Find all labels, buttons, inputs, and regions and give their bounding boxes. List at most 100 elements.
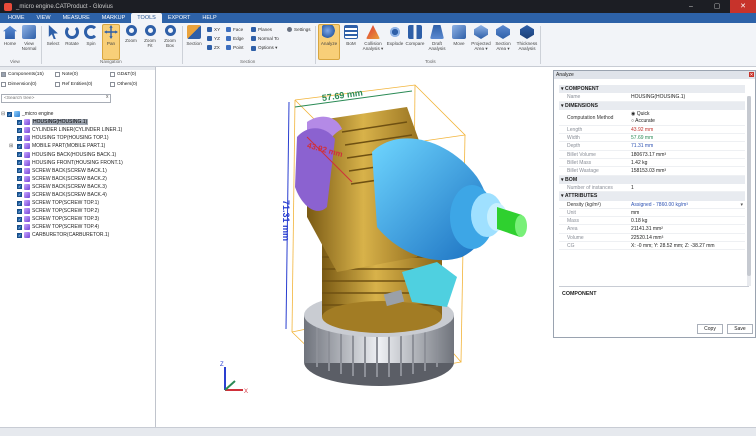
tree-item[interactable]: ✓ HOUSING(HOUSING.1) [0, 118, 155, 126]
tree-item[interactable]: ✓ SCREW TOP(SCREW TOP.4) [0, 223, 155, 231]
bom-button[interactable]: BoM [342, 25, 360, 46]
properties-scrollbar[interactable] [747, 96, 751, 286]
tree-item[interactable]: ✓ CARBURETOR(CARBURETOR.1) [0, 231, 155, 239]
collapse-icon[interactable]: ⊟ [1, 111, 5, 117]
checkbox-icon[interactable]: ✓ [17, 135, 22, 141]
minimize-button[interactable]: – [678, 0, 704, 13]
face-icon [226, 27, 231, 32]
section-face[interactable]: Face [226, 27, 243, 32]
thickness-label: Thickness Analysis [516, 41, 538, 51]
section-button[interactable]: Section [185, 25, 203, 46]
section-settings[interactable]: Settings [287, 27, 311, 32]
tree-item[interactable]: ✓ SCREW BACK(SCREW BACK.1) [0, 167, 155, 175]
collision-button[interactable]: Collision Analysis ▾ [362, 25, 384, 51]
close-icon[interactable]: ✕ [749, 72, 754, 77]
section-planes[interactable]: Planes [251, 27, 272, 32]
tab-help[interactable]: HELP [196, 13, 222, 23]
tab-tools[interactable]: TOOLS [131, 13, 162, 23]
analyze-button[interactable]: Analyze [318, 24, 340, 60]
tab-markup[interactable]: MARKUP [96, 13, 132, 23]
checkbox-icon[interactable]: ✓ [17, 200, 22, 206]
save-button[interactable]: Save [727, 324, 753, 334]
explode-button[interactable]: Explode [386, 25, 404, 46]
filter-ref-entities[interactable]: Ref Entities(0) [55, 82, 92, 87]
tree-item[interactable]: ✓ HOUSING BACK(HOUSING BACK.1) [0, 150, 155, 158]
spin-button[interactable]: Spin [82, 25, 100, 46]
checkbox-icon[interactable]: ✓ [17, 143, 22, 149]
compare-button[interactable]: Compare [406, 25, 424, 46]
prop-density[interactable]: Density (kg/m³) Assigned - 7860.00 kg/m³ ▾ [559, 201, 745, 209]
section-bom[interactable]: ▾ BOM [559, 175, 745, 184]
filter-components[interactable]: Components(15) [1, 72, 44, 77]
checkbox-icon[interactable]: ✓ [17, 152, 22, 158]
section-dimensions[interactable]: ▾ DIMENSIONS [559, 101, 745, 110]
section-point[interactable]: Point [226, 45, 243, 50]
section-zx[interactable]: ZX [207, 45, 220, 50]
close-button[interactable]: ✕ [730, 0, 756, 13]
section-attributes[interactable]: ▾ ATTRIBUTES [559, 192, 745, 201]
checkbox-icon[interactable]: ✓ [7, 111, 12, 117]
draft-label: Draft Analysis [428, 41, 446, 51]
projected-area-button[interactable]: Projected Area ▾ [470, 25, 492, 51]
tab-measure[interactable]: MEASURE [57, 13, 96, 23]
filter-dimension[interactable]: Dimension(0) [1, 82, 37, 87]
checkbox-icon[interactable]: ✓ [17, 192, 22, 198]
checkbox-icon[interactable]: ✓ [17, 208, 22, 214]
checkbox-icon[interactable]: ✓ [17, 168, 22, 174]
draft-button[interactable]: Draft Analysis [428, 25, 446, 51]
checkbox-icon[interactable]: ✓ [17, 127, 22, 133]
axis-triad[interactable]: Z X [220, 362, 248, 395]
search-tree-input[interactable] [1, 94, 111, 103]
filter-others[interactable]: Others(0) [110, 82, 137, 87]
checkbox-icon[interactable]: ✓ [17, 224, 22, 230]
thickness-button[interactable]: Thickness Analysis [516, 25, 538, 51]
checkbox-icon[interactable]: ✓ [17, 160, 22, 166]
tree-root[interactable]: ⊟ ✓ _micro engine [0, 110, 155, 118]
tree-item[interactable]: ✓ HOUSING TOP(HOUSING TOP.1) [0, 134, 155, 142]
copy-button[interactable]: Copy [697, 324, 723, 334]
zoom-button[interactable]: Zoom [122, 25, 140, 43]
expand-icon[interactable]: ⊞ [9, 143, 13, 149]
checkbox-icon[interactable]: ✓ [17, 119, 22, 125]
zoom-box-button[interactable]: Zoom Box [161, 25, 179, 48]
3d-viewport[interactable]: 57.69 mm 43.92 mm 71.31 mm Z X [157, 67, 553, 427]
section-component[interactable]: ▾ COMPONENT [559, 85, 745, 94]
section-area-icon [496, 25, 510, 39]
view-normal-button[interactable]: View Normal [20, 25, 38, 51]
tab-home[interactable]: HOME [2, 13, 31, 23]
tree-item[interactable]: ✓ SCREW BACK(SCREW BACK.3) [0, 183, 155, 191]
section-area-button[interactable]: Section Area ▾ [494, 25, 512, 51]
checkbox-icon[interactable]: ✓ [17, 176, 22, 182]
tree-item[interactable]: ✓ HOUSING FRONT(HOUSING FRONT.1) [0, 159, 155, 167]
tree-item[interactable]: ✓ SCREW TOP(SCREW TOP.2) [0, 207, 155, 215]
tree-item[interactable]: ✓ SCREW BACK(SCREW BACK.4) [0, 191, 155, 199]
tab-export[interactable]: EXPORT [162, 13, 197, 23]
tree-item[interactable]: ⊞ ✓ MOBILE PART(MOBILE PART.1) [0, 142, 155, 150]
tree-item[interactable]: ✓ SCREW BACK(SCREW BACK.2) [0, 175, 155, 183]
home-button[interactable]: Home [1, 25, 19, 46]
radio-accurate[interactable]: ○ Accurate [631, 118, 745, 125]
filter-gdt[interactable]: GD&T(0) [110, 72, 136, 77]
section-yz[interactable]: YZ [207, 36, 220, 41]
rotate-button[interactable]: Rotate [63, 25, 81, 46]
section-normal-to[interactable]: Normal To [251, 36, 279, 41]
checkbox-icon[interactable]: ✓ [17, 184, 22, 190]
section-options[interactable]: Options ▾ [251, 45, 277, 51]
section-edge[interactable]: Edge [226, 36, 244, 41]
tab-view[interactable]: VIEW [31, 13, 57, 23]
checkbox-icon[interactable]: ✓ [17, 216, 22, 222]
maximize-button[interactable]: ▢ [704, 0, 730, 13]
filter-note[interactable]: Note(0) [55, 72, 78, 77]
checkbox-icon[interactable]: ✓ [17, 232, 22, 238]
move-button[interactable]: Move [450, 25, 468, 46]
pan-button[interactable]: Pan [102, 24, 120, 60]
section-xy[interactable]: XY [207, 27, 220, 32]
clear-search-button[interactable]: x [106, 94, 109, 100]
tree-item[interactable]: ✓ SCREW TOP(SCREW TOP.1) [0, 199, 155, 207]
zoom-fit-button[interactable]: Zoom Fit [141, 25, 159, 48]
radio-quick[interactable]: ◉ Quick [631, 111, 745, 118]
select-button[interactable]: Select [44, 25, 62, 46]
dropdown-icon[interactable]: ▾ [740, 201, 745, 208]
tree-item[interactable]: ✓ SCREW TOP(SCREW TOP.3) [0, 215, 155, 223]
tree-item[interactable]: ✓ CYLINDER LINER(CYLINDER LINER.1) [0, 126, 155, 134]
